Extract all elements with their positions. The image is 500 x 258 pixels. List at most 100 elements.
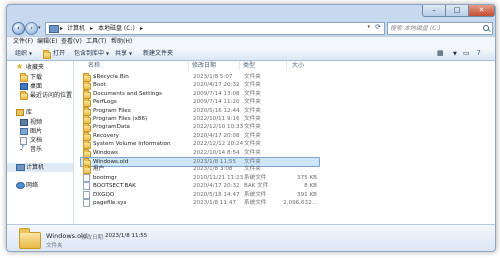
column-header-date[interactable]: 修改日期 (192, 61, 216, 70)
table-row[interactable]: Windows 2022/10/14 8:54 文件夹 (81, 148, 319, 158)
close-button[interactable]: ✕ (468, 5, 495, 17)
file-icon (83, 199, 90, 207)
file-icon (83, 182, 90, 191)
file-type: 系统文件 (244, 191, 267, 198)
sidebar-item-desktop[interactable]: 桌面 (7, 82, 73, 91)
breadcrumb-computer[interactable]: 计算机 (67, 24, 85, 33)
column-header-name[interactable]: 名称 (88, 61, 100, 70)
search-box[interactable] (387, 22, 493, 35)
file-size: 8 KB (304, 183, 317, 190)
search-icon[interactable] (483, 25, 489, 31)
organize-button[interactable]: 组织 ▼ (15, 49, 32, 58)
computer-icon (49, 25, 59, 33)
forward-button[interactable]: › (25, 22, 38, 35)
sidebar-item-videos[interactable]: 视频 (7, 118, 73, 127)
back-button[interactable]: ‹ (12, 22, 25, 35)
maximize-button[interactable]: □ (445, 5, 469, 17)
share-button[interactable]: 共享 ▼ (115, 49, 132, 58)
table-row[interactable]: Recovery 2020/4/17 20:08 文件夹 (81, 131, 319, 141)
table-row[interactable]: DXGQO 2020/5/18 14:47 系统文件 391 KB (81, 190, 319, 199)
recent-pages-dropdown[interactable]: ▾ (38, 25, 41, 31)
computer-icon (16, 164, 25, 171)
table-row[interactable]: $Recycle.Bin 2023/1/8 5:07 文件夹 (81, 73, 319, 82)
breadcrumb-separator[interactable]: ▸ (140, 24, 143, 33)
file-date: 2020/4/17 20:08 (193, 132, 240, 139)
organize-label: 组织 (15, 50, 28, 57)
file-date: 2023/1/8 5:07 (193, 74, 233, 80)
minimize-button[interactable]: – (422, 5, 446, 17)
sidebar-item-network[interactable]: 网络 (7, 181, 73, 190)
recent-places-icon (20, 91, 28, 100)
table-row[interactable]: ProgramData 2022/12/10 10:33 文件夹 (81, 123, 319, 133)
file-type: 文件夹 (244, 99, 261, 106)
table-row[interactable]: BOOTSECT.BAK 2020/4/17 20:32 BAK 文件 8 KB (81, 182, 319, 191)
file-date: 2020/5/18 14:47 (193, 191, 240, 198)
new-folder-button[interactable]: 新建文件夹 (143, 49, 173, 58)
sidebar-item-computer[interactable]: 计算机 (7, 163, 73, 172)
file-name: Windows (93, 149, 118, 156)
table-row[interactable]: Documents and Settings 2009/7/14 13:08 文件夹 (81, 89, 319, 99)
breadcrumb-separator[interactable]: ▸ (90, 24, 93, 33)
address-row: ‹ › ▾ ▸ 计算机 ▸ 本地磁盘 (C:) ▸ ▾ ⟳ (7, 20, 495, 36)
file-type: 文件夹 (244, 166, 261, 173)
menu-edit[interactable]: 编辑(E) (37, 38, 57, 46)
file-size: 2,096,632... (283, 200, 317, 206)
view-options-icon[interactable]: ▦ (437, 49, 444, 58)
file-name: ProgramData (93, 124, 130, 131)
file-type: 文件夹 (244, 124, 261, 131)
file-name: bootmgr (93, 174, 117, 181)
file-type: 文件夹 (244, 74, 261, 80)
sidebar-item-recent[interactable]: 最近访问的位置 (7, 91, 73, 100)
picture-icon (20, 128, 28, 135)
table-row[interactable]: Program Files (x86) 2022/10/11 9:16 文件夹 (81, 115, 319, 124)
open-button[interactable]: 打开 (53, 49, 65, 58)
title-bar: – □ ✕ (7, 5, 495, 20)
sidebar-item-downloads[interactable]: 下载 (7, 73, 73, 82)
menu-help[interactable]: 帮助(H) (111, 38, 132, 46)
file-date: 2009/7/14 13:08 (193, 90, 240, 97)
sidebar-item-documents[interactable]: 文档 (7, 136, 73, 145)
column-separator[interactable] (239, 61, 240, 70)
table-row[interactable]: pagefile.sys 2023/1/8 11:47 系统文件 2,096,632.… (81, 199, 319, 207)
menu-tools[interactable]: 工具(T) (86, 38, 106, 46)
table-row[interactable]: bootmgr 2010/11/21 11:23 系统文件 375 KB (81, 173, 319, 182)
share-label: 共享 (115, 50, 128, 57)
file-type: BAK 文件 (244, 183, 269, 190)
menu-view[interactable]: 查看(V) (61, 38, 82, 46)
table-row[interactable]: System Volume Information 2022/12/12 20:2… (81, 140, 319, 150)
preview-pane-icon[interactable]: ▭ (463, 49, 470, 58)
file-date: 2022/12/12 20:24 (193, 141, 244, 148)
search-input[interactable] (390, 23, 478, 34)
table-row[interactable]: 用户 2023/1/8 3:08 文件夹 (81, 165, 319, 175)
address-bar[interactable]: ▸ 计算机 ▸ 本地磁盘 (C:) ▸ ▾ ⟳ (45, 22, 385, 35)
file-type: 文件夹 (244, 107, 261, 114)
include-in-library-button[interactable]: 包含到库中 ▼ (74, 49, 109, 58)
help-icon[interactable]: ? (477, 49, 481, 58)
column-header-type[interactable]: 类型 (243, 61, 255, 70)
table-row[interactable]: Program Files 2020/5/16 12:44 文件夹 (81, 106, 319, 116)
menu-file[interactable]: 文件(F) (13, 38, 33, 46)
sidebar-item-pictures[interactable]: 图片 (7, 127, 73, 136)
sidebar-item-music[interactable]: ♪ 音乐 (7, 144, 73, 154)
table-row[interactable]: PerfLogs 2009/7/14 11:20 文件夹 (81, 98, 319, 108)
table-row[interactable]: Boot 2020/4/17 20:32 文件夹 (81, 81, 319, 91)
column-separator[interactable] (188, 61, 189, 70)
file-name: pagefile.sys (93, 200, 127, 206)
sidebar-item-libraries[interactable]: 库 (7, 108, 73, 117)
file-name: BOOTSECT.BAK (93, 183, 136, 190)
sidebar-item-label: 库 (26, 109, 33, 116)
sidebar-item-label: 收藏夹 (26, 64, 45, 71)
network-icon (16, 182, 25, 189)
sidebar-item-favorites[interactable]: ★ 收藏夹 (7, 62, 73, 72)
refresh-icon[interactable]: ⟳ (375, 23, 381, 31)
sidebar-item-label: 网络 (26, 182, 39, 189)
file-name: DXGQO (93, 191, 115, 198)
column-header-size[interactable]: 大小 (292, 61, 304, 70)
address-dropdown-icon[interactable]: ▾ (367, 24, 370, 30)
breadcrumb-local-disk[interactable]: 本地磁盘 (C:) (98, 24, 135, 33)
chevron-down-icon[interactable]: ▼ (453, 50, 457, 59)
library-icon (16, 109, 24, 116)
column-separator[interactable] (286, 61, 287, 70)
details-type: 文件夹 (46, 243, 63, 249)
breadcrumb-separator[interactable]: ▸ (60, 24, 63, 33)
